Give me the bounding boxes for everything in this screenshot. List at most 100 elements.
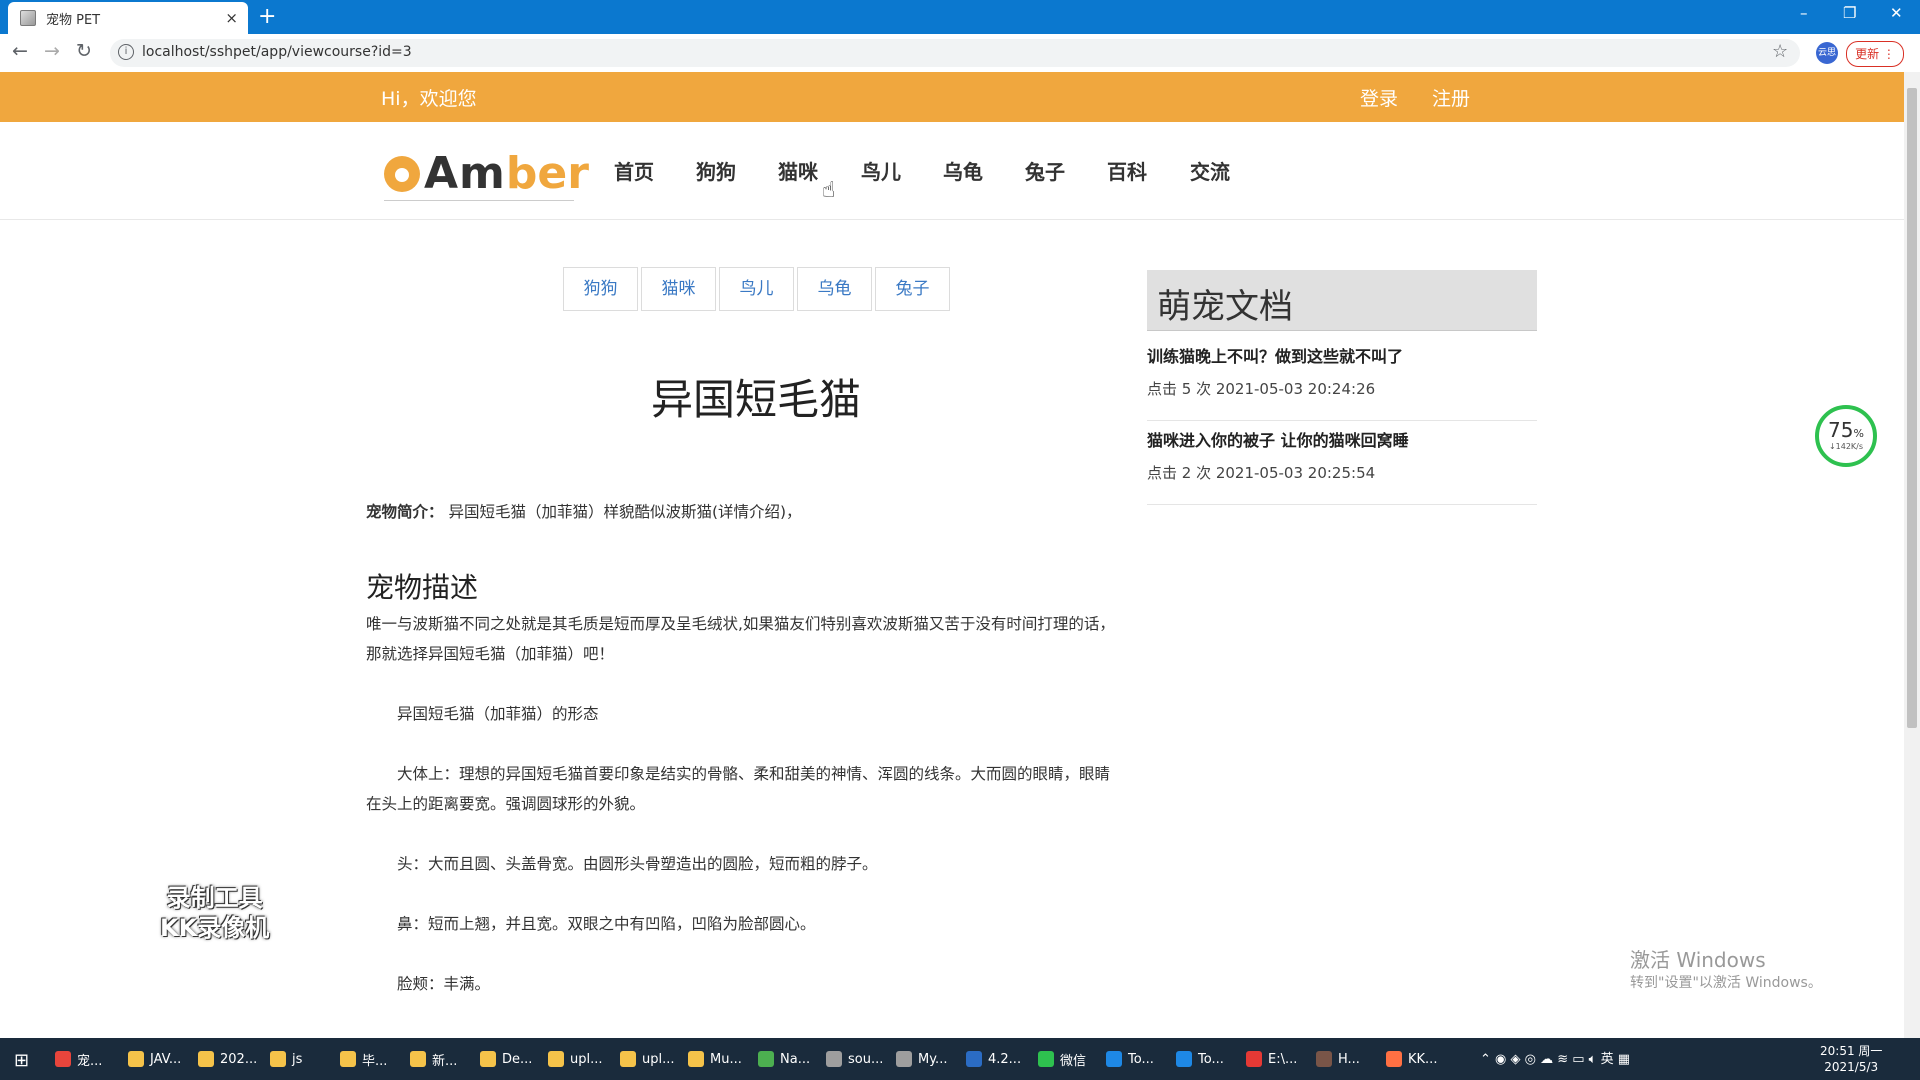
taskbar-app-button[interactable]: E:\... bbox=[1246, 1042, 1297, 1076]
windows-start-icon[interactable]: ⊞ bbox=[14, 1050, 29, 1071]
site-top-bar bbox=[0, 72, 1904, 122]
nav-dogs[interactable]: 狗狗 bbox=[696, 156, 736, 185]
description-paragraph: 鼻：短而上翘，并且宽。双眼之中有凹陷，凹陷为脸部圆心。 bbox=[397, 915, 816, 933]
site-info-icon[interactable]: i bbox=[118, 44, 134, 60]
taskbar-app-label: To... bbox=[1198, 1051, 1224, 1067]
taskbar-app-button[interactable]: To... bbox=[1176, 1042, 1224, 1076]
taskbar-app-label: To... bbox=[1128, 1051, 1154, 1067]
taskbar-app-button[interactable]: upl... bbox=[548, 1042, 603, 1076]
category-rabbits-button[interactable]: 兔子 bbox=[875, 267, 950, 311]
taskbar-app-icon bbox=[758, 1051, 774, 1067]
taskbar-app-icon bbox=[198, 1051, 214, 1067]
nav-encyclopedia[interactable]: 百科 bbox=[1107, 156, 1147, 185]
paw-logo-icon bbox=[384, 155, 420, 192]
sidebar-title: 萌宠文档 bbox=[1157, 287, 1293, 327]
taskbar-app-button[interactable]: KK... bbox=[1386, 1042, 1437, 1076]
taskbar-app-label: Mu... bbox=[710, 1051, 742, 1067]
taskbar-app-label: KK... bbox=[1408, 1051, 1438, 1067]
nav-community[interactable]: 交流 bbox=[1190, 156, 1230, 185]
taskbar-app-icon bbox=[480, 1051, 496, 1067]
taskbar-app-icon bbox=[688, 1051, 704, 1067]
taskbar-app-button[interactable]: Na... bbox=[758, 1042, 810, 1076]
taskbar-app-label: JAV... bbox=[150, 1051, 182, 1067]
taskbar-app-button[interactable]: 4.2... bbox=[966, 1042, 1021, 1076]
back-arrow-icon[interactable]: ← bbox=[12, 40, 28, 62]
category-birds-button[interactable]: 鸟儿 bbox=[719, 267, 794, 311]
taskbar-app-button[interactable]: To... bbox=[1106, 1042, 1154, 1076]
sidebar-divider bbox=[1147, 420, 1537, 421]
taskbar-app-button[interactable]: 新... bbox=[410, 1042, 457, 1076]
nav-turtles[interactable]: 乌龟 bbox=[943, 156, 983, 185]
taskbar-app-icon bbox=[1316, 1051, 1332, 1067]
taskbar-app-button[interactable]: upl... bbox=[620, 1042, 675, 1076]
taskbar-app-button[interactable]: JAV... bbox=[128, 1042, 181, 1076]
address-bar-url[interactable]: localhost/sshpet/app/viewcourse?id=3 bbox=[142, 44, 412, 60]
taskbar-clock[interactable]: 20:51 周一 2021/5/3 bbox=[1820, 1043, 1882, 1075]
taskbar-app-label: js bbox=[292, 1051, 303, 1067]
taskbar-app-label: upl... bbox=[570, 1051, 603, 1067]
category-turtles-button[interactable]: 乌龟 bbox=[797, 267, 872, 311]
network-speed-widget[interactable]: 75% ↓142K/s bbox=[1815, 405, 1877, 467]
recorder-watermark: 录制工具 KK录像机 bbox=[160, 883, 269, 943]
category-dogs-button[interactable]: 狗狗 bbox=[563, 267, 638, 311]
nav-home[interactable]: 首页 bbox=[614, 156, 654, 185]
taskbar-app-button[interactable]: 宠... bbox=[55, 1042, 102, 1076]
taskbar-app-icon bbox=[128, 1051, 144, 1067]
browser-tab-strip bbox=[0, 0, 1920, 34]
taskbar-app-button[interactable]: 微信 bbox=[1038, 1042, 1086, 1076]
taskbar-app-button[interactable]: Mu... bbox=[688, 1042, 742, 1076]
login-link[interactable]: 登录 bbox=[1360, 84, 1398, 111]
description-paragraph: 大体上：理想的异国短毛猫首要印象是结实的骨骼、柔和甜美的神情、浑圆的线条。大而圆… bbox=[397, 765, 1111, 783]
taskbar-app-label: Na... bbox=[780, 1051, 811, 1067]
taskbar-app-icon bbox=[826, 1051, 842, 1067]
register-link[interactable]: 注册 bbox=[1432, 84, 1470, 111]
close-window-button[interactable]: ✕ bbox=[1890, 4, 1903, 22]
taskbar-app-button[interactable]: My... bbox=[896, 1042, 947, 1076]
tab-title: 宠物 PET bbox=[46, 12, 101, 28]
nav-cats[interactable]: 猫咪 bbox=[778, 156, 818, 185]
profile-avatar[interactable]: 云思 bbox=[1816, 42, 1838, 64]
description-heading: 宠物描述 bbox=[366, 571, 479, 604]
taskbar-app-icon bbox=[1106, 1051, 1122, 1067]
taskbar-app-icon bbox=[1038, 1051, 1054, 1067]
speed-rate: ↓142K/s bbox=[1828, 442, 1864, 451]
tab-close-icon[interactable]: × bbox=[225, 9, 238, 27]
description-paragraph: 异国短毛猫（加菲猫）的形态 bbox=[397, 705, 599, 723]
taskbar-app-icon bbox=[966, 1051, 982, 1067]
update-button[interactable]: 更新 ⋮ bbox=[1846, 41, 1904, 67]
taskbar-app-button[interactable]: 202... bbox=[198, 1042, 257, 1076]
nav-rabbits[interactable]: 兔子 bbox=[1025, 156, 1065, 185]
scrollbar-thumb[interactable] bbox=[1907, 88, 1917, 728]
input-method-indicator[interactable]: 英 bbox=[1601, 1052, 1614, 1067]
logo-text-dark: Am bbox=[424, 148, 506, 199]
nav-birds[interactable]: 鸟儿 bbox=[861, 156, 901, 185]
taskbar-app-button[interactable]: H... bbox=[1316, 1042, 1360, 1076]
browser-tab[interactable]: 宠物 PET × bbox=[8, 2, 248, 34]
windows-activation-hint: 转到"设置"以激活 Windows。 bbox=[1630, 975, 1822, 991]
taskbar-app-button[interactable]: 毕... bbox=[340, 1042, 387, 1076]
site-logo[interactable]: Am ber bbox=[384, 148, 589, 199]
sidebar-doc-link[interactable]: 猫咪进入你的被子 让你的猫咪回窝睡 bbox=[1147, 427, 1409, 451]
taskbar-app-button[interactable]: De... bbox=[480, 1042, 532, 1076]
taskbar-app-label: 毕... bbox=[362, 1053, 388, 1069]
new-tab-button[interactable]: + bbox=[258, 4, 276, 29]
reload-icon[interactable]: ↻ bbox=[76, 40, 92, 62]
sidebar-divider bbox=[1147, 504, 1537, 505]
minimize-button[interactable]: – bbox=[1800, 4, 1808, 22]
taskbar-app-button[interactable]: sou... bbox=[826, 1042, 883, 1076]
restore-button[interactable]: ❐ bbox=[1843, 4, 1856, 22]
sidebar-doc-link[interactable]: 训练猫晚上不叫？做到这些就不叫了 bbox=[1147, 343, 1403, 367]
taskbar-app-icon bbox=[620, 1051, 636, 1067]
tab-favicon-icon bbox=[20, 10, 36, 26]
forward-arrow-icon[interactable]: → bbox=[44, 40, 60, 62]
category-cats-button[interactable]: 猫咪 bbox=[641, 267, 716, 311]
description-paragraph: 那就选择异国短毛猫（加菲猫）吧！ bbox=[366, 645, 615, 663]
bookmark-star-icon[interactable]: ☆ bbox=[1772, 41, 1788, 62]
taskbar-app-label: 新... bbox=[432, 1053, 458, 1069]
taskbar-app-icon bbox=[270, 1051, 286, 1067]
taskbar-app-label: My... bbox=[918, 1051, 948, 1067]
welcome-greeting: Hi，欢迎您 bbox=[381, 88, 477, 110]
taskbar-app-label: E:\... bbox=[1268, 1051, 1298, 1067]
taskbar-app-label: upl... bbox=[642, 1051, 675, 1067]
taskbar-app-button[interactable]: js bbox=[270, 1042, 302, 1076]
